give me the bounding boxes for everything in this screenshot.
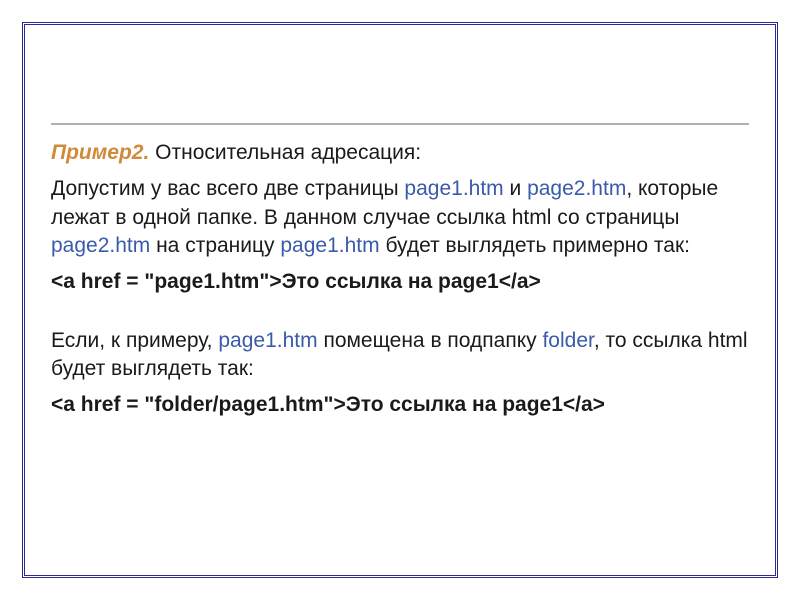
file-page1-ref2: page1.htm: [218, 329, 317, 352]
divider: [51, 123, 749, 125]
folder-name: folder: [542, 329, 593, 352]
example-title: Относительная адресация:: [149, 141, 421, 164]
text: помещена в подпапку: [318, 329, 543, 352]
file-page2: page2.htm: [527, 177, 626, 200]
text: Если, к примеру,: [51, 329, 218, 352]
code-example-1: <a href = "page1.htm">Это ссылка на page…: [51, 268, 749, 296]
text: Допустим у вас всего две страницы: [51, 177, 404, 200]
text: и: [504, 177, 527, 200]
example-heading: Пример2. Относительная адресация:: [51, 139, 749, 167]
example-label: Пример2.: [51, 141, 149, 164]
slide-frame: Пример2. Относительная адресация: Допуст…: [22, 22, 778, 578]
file-page1: page1.htm: [404, 177, 503, 200]
slide-content: Пример2. Относительная адресация: Допуст…: [25, 25, 775, 448]
file-page1-ref: page1.htm: [280, 234, 379, 257]
code-example-2: <a href = "folder/page1.htm">Это ссылка …: [51, 391, 749, 419]
paragraph-1: Допустим у вас всего две страницы page1.…: [51, 175, 749, 260]
text: на страницу: [150, 234, 280, 257]
text: будет выглядеть примерно так:: [380, 234, 690, 257]
file-page2-ref: page2.htm: [51, 234, 150, 257]
paragraph-2: Если, к примеру, page1.htm помещена в по…: [51, 327, 749, 384]
